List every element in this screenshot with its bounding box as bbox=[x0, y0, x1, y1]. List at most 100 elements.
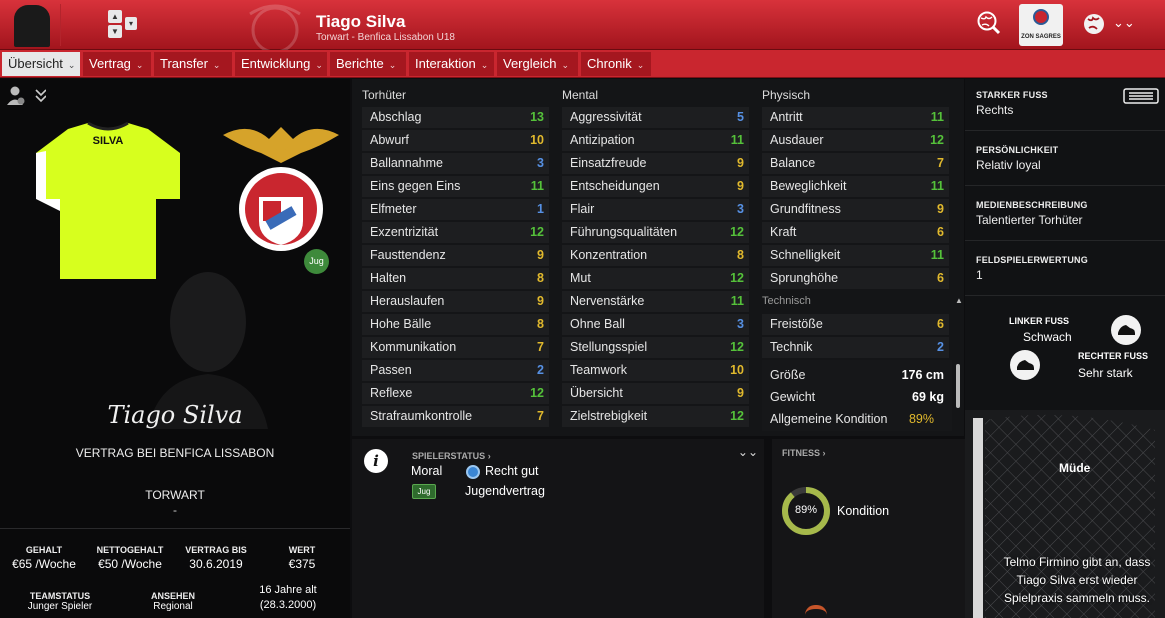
tab-vergleich[interactable]: Vergleich ⌄ bbox=[497, 52, 578, 76]
attribute-row[interactable]: Stellungsspiel 12 bbox=[562, 337, 749, 358]
attribute-row[interactable]: Kraft 6 bbox=[762, 222, 949, 243]
attribute-row[interactable]: Technik 2 bbox=[762, 337, 949, 358]
feldspielerwertung-value: 1 bbox=[976, 268, 983, 282]
attribute-row[interactable]: Strafraumkontrolle 7 bbox=[362, 406, 549, 427]
tab-uebersicht[interactable]: Übersicht ⌄ bbox=[2, 52, 80, 76]
attribute-row[interactable]: Fausttendenz 9 bbox=[362, 245, 549, 266]
status-title[interactable]: SPIELERSTATUS › bbox=[412, 451, 491, 461]
tab-vertrag[interactable]: Vertrag ⌄ bbox=[83, 52, 151, 76]
attribute-row[interactable]: Ballannahme 3 bbox=[362, 153, 549, 174]
tab-transfer[interactable]: Transfer ⌄ bbox=[154, 52, 232, 76]
attribute-name: Übersicht bbox=[570, 386, 623, 400]
attribute-row[interactable]: Passen 2 bbox=[362, 360, 549, 381]
card-view-icon[interactable] bbox=[1123, 88, 1159, 104]
attribute-row[interactable]: Übersicht 9 bbox=[562, 383, 749, 404]
attribute-name: Zielstrebigkeit bbox=[570, 409, 648, 423]
globe-icon[interactable] bbox=[1083, 13, 1105, 35]
attribute-row[interactable]: Einsatzfreude 9 bbox=[562, 153, 749, 174]
attribute-row[interactable]: Schnelligkeit 11 bbox=[762, 245, 949, 266]
attribute-value: 11 bbox=[730, 133, 744, 147]
attribute-name: Halten bbox=[370, 271, 407, 285]
attribute-name: Abschlag bbox=[370, 110, 422, 124]
ansehen-label: ANSEHEN bbox=[150, 591, 195, 601]
attribute-row[interactable]: Ausdauer 12 bbox=[762, 130, 949, 151]
attribute-row[interactable]: Herauslaufen 9 bbox=[362, 291, 549, 312]
player-options-icon[interactable] bbox=[6, 85, 46, 107]
player-avatar[interactable] bbox=[14, 5, 50, 47]
attribute-row[interactable]: Grundfitness 9 bbox=[762, 199, 949, 220]
attribute-value: 1 bbox=[537, 202, 544, 216]
attribute-value: 3 bbox=[537, 156, 544, 170]
chevron-down-icon[interactable]: ⌄⌄ bbox=[1113, 15, 1135, 31]
mental-heading: Mental bbox=[562, 88, 599, 102]
attribute-name: Reflexe bbox=[370, 386, 413, 400]
attribute-row[interactable]: Teamwork 10 bbox=[562, 360, 749, 381]
attribute-name: Abwurf bbox=[370, 133, 409, 147]
attribute-value: 11 bbox=[930, 110, 944, 124]
expand-icon[interactable]: ⌄⌄ bbox=[738, 445, 758, 459]
tab-berichte[interactable]: Berichte ⌄ bbox=[330, 52, 406, 76]
attribute-row[interactable]: Zielstrebigkeit 12 bbox=[562, 406, 749, 427]
attribute-value: 2 bbox=[937, 340, 944, 354]
attribute-value: 9 bbox=[537, 248, 544, 262]
attribute-row[interactable]: Antritt 11 bbox=[762, 107, 949, 128]
attribute-row[interactable]: Eins gegen Eins 11 bbox=[362, 176, 549, 197]
chevron-down-icon: ⌄ bbox=[480, 60, 489, 70]
fitness-percent: 89% bbox=[794, 504, 818, 516]
search-globe-icon[interactable] bbox=[977, 11, 1001, 35]
attribute-name: Stellungsspiel bbox=[570, 340, 648, 354]
attribute-row[interactable]: Abwurf 10 bbox=[362, 130, 549, 151]
tab-label: Berichte bbox=[336, 56, 384, 71]
attribute-row[interactable]: Antizipation 11 bbox=[562, 130, 749, 151]
attribute-row[interactable]: Sprunghöhe 6 bbox=[762, 268, 949, 289]
attribute-name: Flair bbox=[570, 202, 595, 216]
attribute-row[interactable]: Halten 8 bbox=[362, 268, 549, 289]
divider bbox=[965, 295, 1165, 296]
attribute-row[interactable]: Nervenstärke 11 bbox=[562, 291, 749, 312]
player-subtitle: Torwart - Benfica Lissabon U18 bbox=[316, 32, 455, 43]
attribute-name: Freistöße bbox=[770, 317, 823, 331]
sponsor-badge: ZON SAGRES bbox=[1019, 4, 1063, 46]
previous-player-button[interactable]: ▲ bbox=[108, 10, 122, 23]
attribute-row[interactable]: Konzentration 8 bbox=[562, 245, 749, 266]
attribute-row[interactable]: Aggressivität 5 bbox=[562, 107, 749, 128]
attribute-row[interactable]: Elfmeter 1 bbox=[362, 199, 549, 220]
attribute-value: 6 bbox=[937, 317, 944, 331]
groesse-value: 176 cm bbox=[901, 368, 944, 382]
attribute-row[interactable]: Abschlag 13 bbox=[362, 107, 549, 128]
attribute-row[interactable]: Kommunikation 7 bbox=[362, 337, 549, 358]
persoenlichkeit-label: PERSÖNLICHKEIT bbox=[976, 145, 1059, 155]
player-stepper[interactable]: ▲ ▼ ▾ bbox=[108, 8, 140, 38]
attribute-row[interactable]: Freistöße 6 bbox=[762, 314, 949, 335]
profile-panel: SILVA Jug Tiago Silva VERTRAG BEI BENFIC… bbox=[0, 79, 350, 618]
tab-interaktion[interactable]: Interaktion ⌄ bbox=[409, 52, 494, 76]
fitness-label: Kondition bbox=[837, 504, 890, 518]
attribute-name: Ausdauer bbox=[770, 133, 824, 147]
scrollbar-thumb[interactable] bbox=[956, 364, 960, 408]
attribute-name: Führungsqualitäten bbox=[570, 225, 678, 239]
tab-label: Chronik bbox=[587, 56, 632, 71]
attribute-value: 8 bbox=[537, 317, 544, 331]
attribute-row[interactable]: Mut 12 bbox=[562, 268, 749, 289]
attribute-row[interactable]: Exzentrizität 12 bbox=[362, 222, 549, 243]
attribute-row[interactable]: Flair 3 bbox=[562, 199, 749, 220]
collapse-icon[interactable]: ▲ bbox=[955, 296, 963, 305]
info-icon[interactable]: i bbox=[364, 449, 388, 473]
player-dropdown-icon[interactable]: ▾ bbox=[125, 17, 137, 30]
tab-label: Interaktion bbox=[415, 56, 476, 71]
attribute-row[interactable]: Reflexe 12 bbox=[362, 383, 549, 404]
teamstatus-value: Junger Spieler bbox=[27, 601, 93, 612]
tab-entwicklung[interactable]: Entwicklung ⌄ bbox=[235, 52, 327, 76]
tab-chronik[interactable]: Chronik ⌄ bbox=[581, 52, 651, 76]
attribute-row[interactable]: Hohe Bälle 8 bbox=[362, 314, 549, 335]
moral-value: Recht gut bbox=[485, 464, 539, 478]
attribute-row[interactable]: Ohne Ball 3 bbox=[562, 314, 749, 335]
next-player-button[interactable]: ▼ bbox=[108, 25, 122, 38]
fitness-title[interactable]: FITNESS › bbox=[782, 448, 826, 458]
attribute-name: Sprunghöhe bbox=[770, 271, 839, 285]
attribute-row[interactable]: Balance 7 bbox=[762, 153, 949, 174]
attribute-row[interactable]: Führungsqualitäten 12 bbox=[562, 222, 749, 243]
attribute-name: Technik bbox=[770, 340, 813, 354]
attribute-row[interactable]: Beweglichkeit 11 bbox=[762, 176, 949, 197]
attribute-row[interactable]: Entscheidungen 9 bbox=[562, 176, 749, 197]
